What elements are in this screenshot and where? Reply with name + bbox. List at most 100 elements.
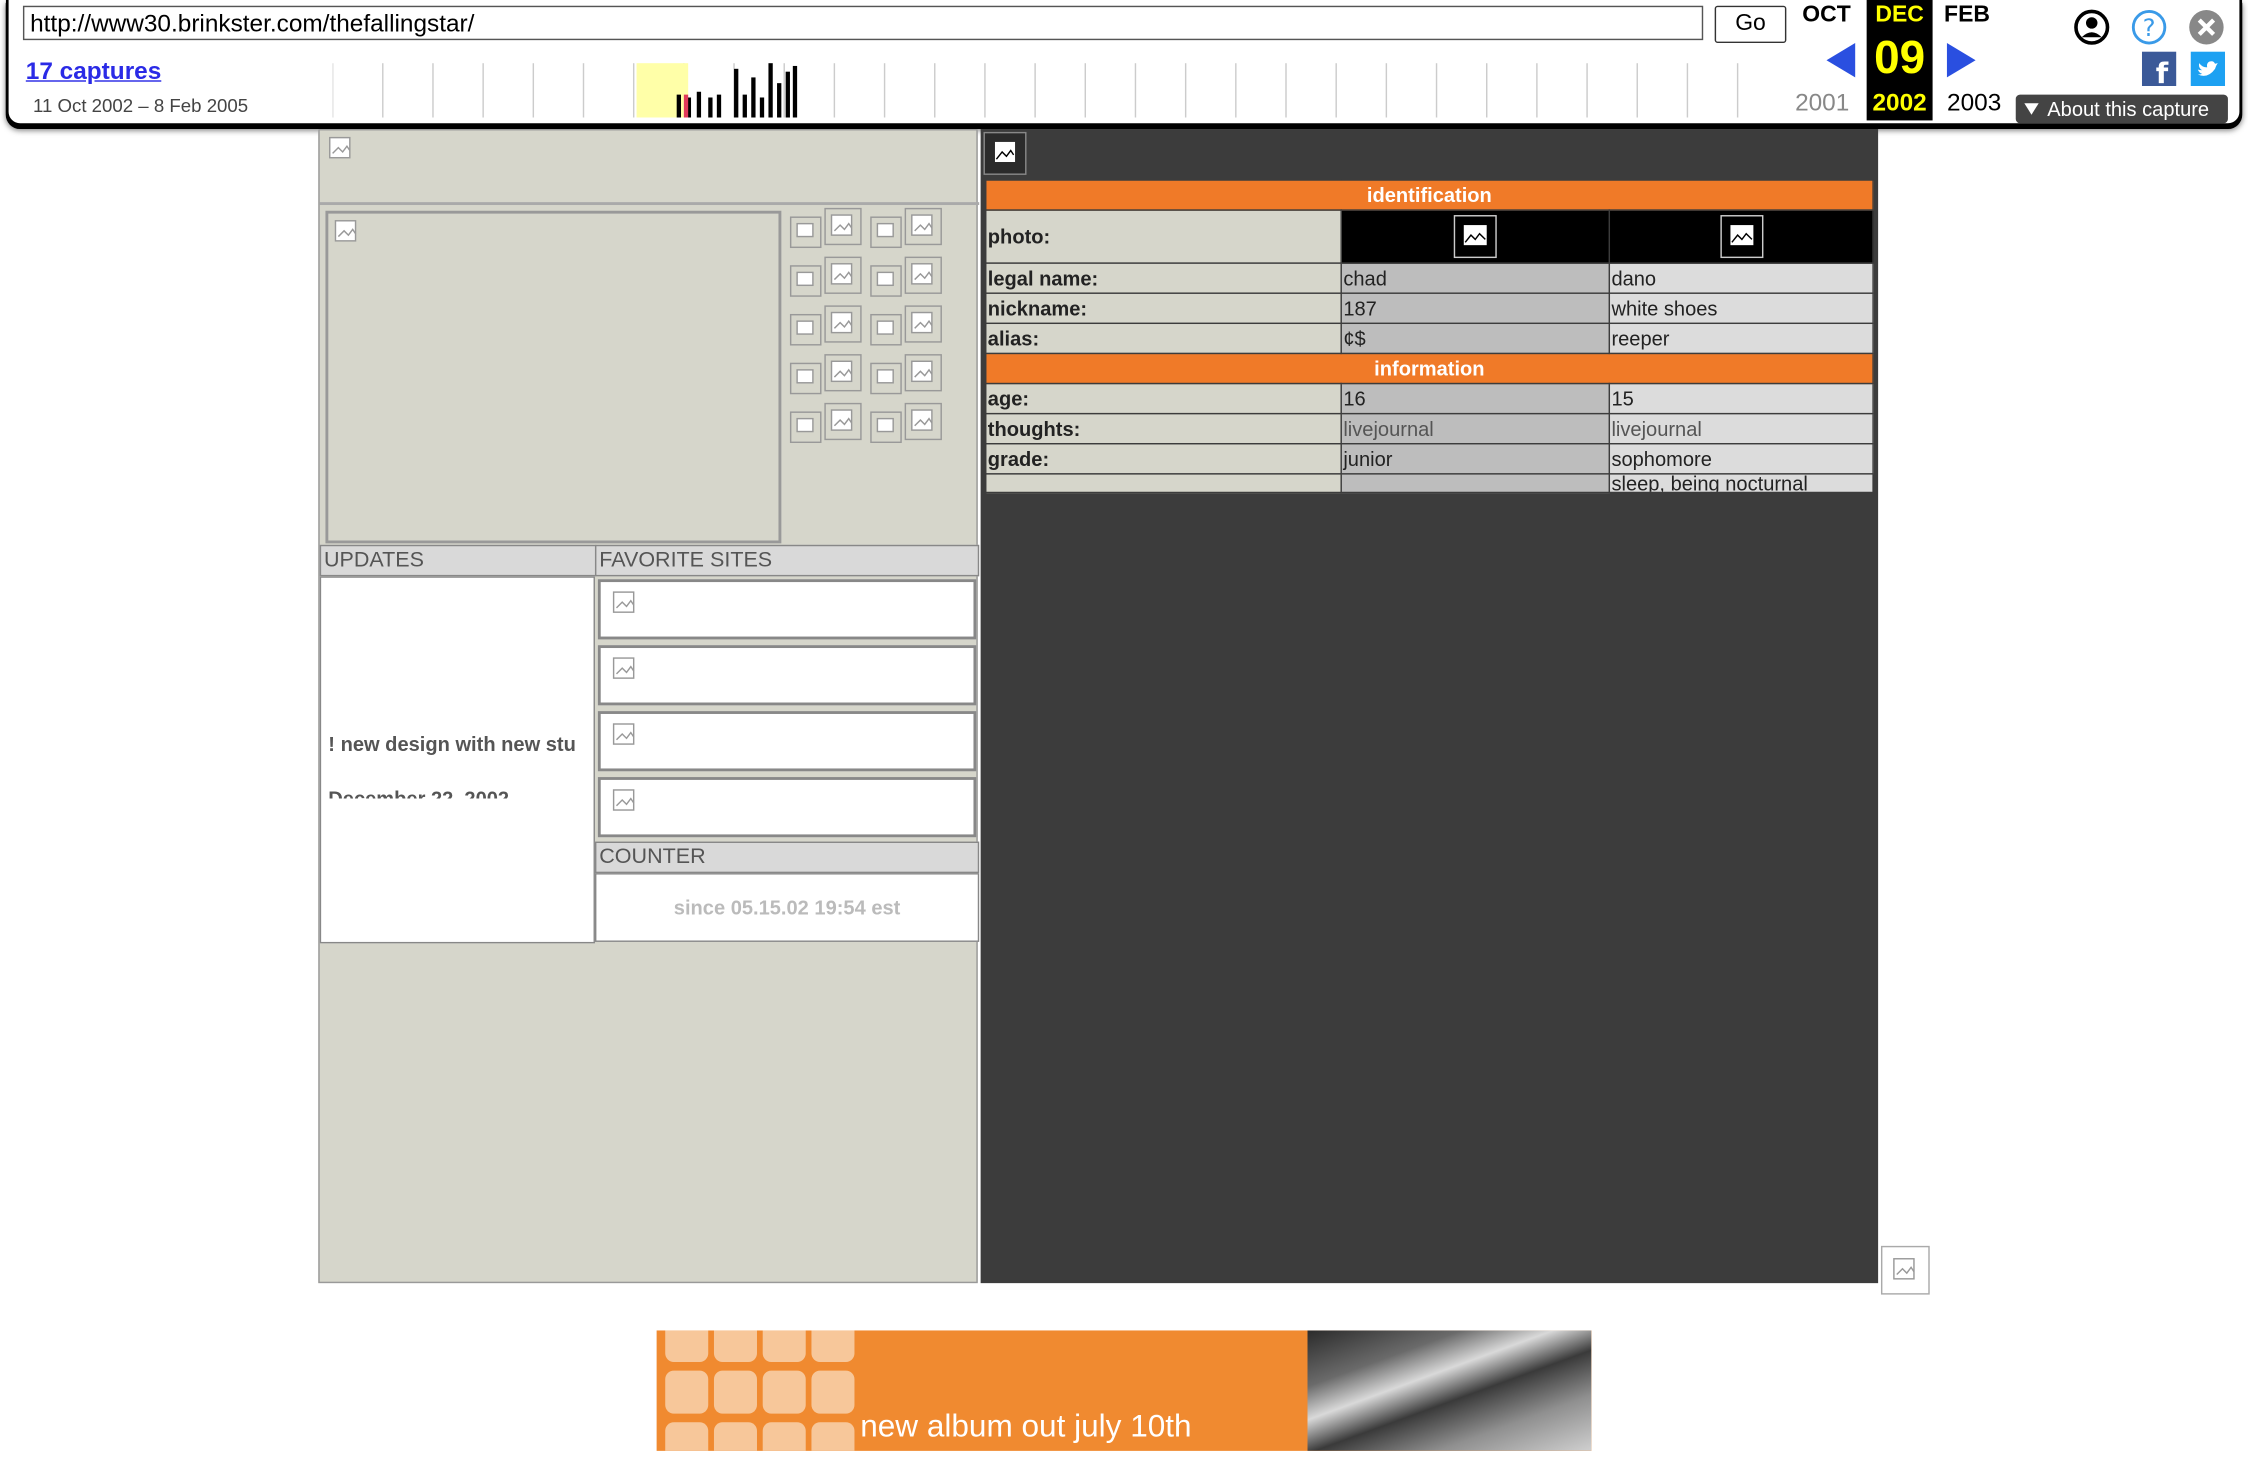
album-banner[interactable]: new album out july 10th xyxy=(656,1330,1592,1451)
header-image-icon xyxy=(983,131,1027,175)
wayback-toolbar: http://www30.brinkster.com/thefallingsta… xyxy=(5,0,2243,127)
photo-cell-b xyxy=(1608,209,1874,264)
row-value-b: white shoes xyxy=(1608,292,1874,325)
capture-sparkline[interactable] xyxy=(332,63,1784,118)
broken-image-icon xyxy=(876,417,894,433)
year-prev[interactable]: 2001 xyxy=(1786,89,1858,118)
url-input[interactable]: http://www30.brinkster.com/thefallingsta… xyxy=(22,5,1704,41)
updates-heading: UPDATES xyxy=(319,544,597,577)
broken-image-icon xyxy=(612,723,635,745)
thumbnail[interactable] xyxy=(789,362,822,395)
thumbnail[interactable] xyxy=(904,305,942,343)
photo-cell-a xyxy=(1340,209,1611,264)
photo-label: photo: xyxy=(984,209,1342,264)
row-value-a: junior xyxy=(1340,443,1611,475)
thumbnail[interactable] xyxy=(789,216,822,249)
thumbnail[interactable] xyxy=(870,265,902,297)
thumbnail[interactable] xyxy=(824,402,862,441)
row-value-b: 15 xyxy=(1608,382,1874,415)
thumbnail[interactable] xyxy=(824,256,862,294)
header-image-area xyxy=(319,130,980,206)
banner-square xyxy=(762,1422,806,1451)
next-capture-arrow-icon[interactable] xyxy=(1946,43,1976,78)
row-label: grade: xyxy=(984,443,1342,475)
thumbnail[interactable] xyxy=(904,256,942,294)
thumbnail[interactable] xyxy=(824,305,862,343)
row-value-a: ¢$ xyxy=(1340,322,1611,355)
photo-image-icon xyxy=(1719,215,1763,259)
thumbnail-grid xyxy=(787,205,976,543)
thumbnail[interactable] xyxy=(789,265,822,297)
twitter-icon[interactable] xyxy=(2190,51,2226,94)
help-icon[interactable]: ? xyxy=(2130,9,2167,53)
thumbnail[interactable] xyxy=(789,411,822,444)
broken-image-icon xyxy=(876,271,894,287)
table-row: grade: junior sophomore xyxy=(984,443,1874,475)
favorites-heading: FAVORITE SITES xyxy=(594,544,980,577)
favorite-site-link[interactable] xyxy=(597,579,977,640)
update-date: December 22, 2002 xyxy=(328,787,510,799)
year-next[interactable]: 2003 xyxy=(1938,89,2010,118)
about-capture-button[interactable]: About this capture xyxy=(2015,94,2228,124)
table-row: legal name: chad dano xyxy=(984,262,1874,294)
row-value-a: chad xyxy=(1340,262,1611,294)
row-label xyxy=(984,473,1342,494)
broken-image-icon xyxy=(911,360,933,383)
table-row: alias: ¢$ reeper xyxy=(984,322,1874,355)
broken-image-icon xyxy=(911,409,933,431)
row-label: age: xyxy=(984,382,1342,415)
thumbnail[interactable] xyxy=(904,402,942,441)
banner-square xyxy=(665,1422,709,1451)
broken-image-icon xyxy=(612,657,635,679)
broken-image-icon xyxy=(830,409,853,431)
main-photo xyxy=(325,210,782,544)
go-button[interactable]: Go xyxy=(1714,5,1787,44)
profile-table: identification photo: legal name: chad d… xyxy=(984,179,1874,494)
broken-image-icon xyxy=(830,263,853,285)
photo-image-icon xyxy=(1453,215,1497,259)
facebook-icon[interactable]: f xyxy=(2141,51,2177,94)
favorite-site-link[interactable] xyxy=(597,645,977,706)
broken-image-icon xyxy=(876,369,894,384)
month-prev[interactable]: OCT xyxy=(1795,3,1858,29)
row-value-a: 187 xyxy=(1340,292,1611,325)
table-row: age: 16 15 xyxy=(984,382,1874,415)
update-text: ! new design with new stu xyxy=(328,732,576,756)
thumbnail[interactable] xyxy=(870,411,902,444)
thumbnail[interactable] xyxy=(824,354,862,392)
thumbnail[interactable] xyxy=(870,313,902,346)
thumbnail[interactable] xyxy=(870,216,902,249)
livejournal-link-a[interactable]: livejournal xyxy=(1340,412,1611,445)
prev-capture-arrow-icon[interactable] xyxy=(1826,43,1856,78)
thumbnail[interactable] xyxy=(904,354,942,392)
favorite-site-link[interactable] xyxy=(597,711,977,772)
banner-photo xyxy=(1307,1330,1592,1451)
row-value-b-text: sleep, being nocturnal xyxy=(1611,474,1808,492)
thumbnail[interactable] xyxy=(824,207,862,246)
row-label: nickname: xyxy=(984,292,1342,325)
row-value-b: sleep, being nocturnal xyxy=(1608,473,1874,494)
banner-square xyxy=(762,1370,806,1414)
captures-link[interactable]: 17 captures xyxy=(26,57,161,86)
thumbnail[interactable] xyxy=(789,313,822,346)
thumbnail[interactable] xyxy=(870,362,902,395)
year-current: 2002 xyxy=(1872,88,1927,117)
left-panel: UPDATES FAVORITE SITES ! new design with… xyxy=(318,129,980,1284)
banner-square xyxy=(811,1330,855,1362)
livejournal-link-b[interactable]: livejournal xyxy=(1608,412,1874,445)
broken-image-icon xyxy=(334,220,357,242)
table-row: nickname: 187 white shoes xyxy=(984,292,1874,325)
counter-heading: COUNTER xyxy=(594,841,980,874)
user-account-icon[interactable] xyxy=(2073,9,2110,53)
banner-square xyxy=(811,1422,855,1451)
favorite-site-link[interactable] xyxy=(597,777,977,838)
information-header: information xyxy=(984,352,1874,385)
broken-image-icon xyxy=(612,591,635,613)
banner-square xyxy=(713,1422,757,1451)
row-label: thoughts: xyxy=(984,412,1342,445)
banner-square xyxy=(713,1370,757,1414)
thumbnail[interactable] xyxy=(904,207,942,246)
month-next[interactable]: FEB xyxy=(1935,3,1998,29)
close-icon[interactable] xyxy=(2188,9,2225,53)
broken-image-icon xyxy=(796,222,814,238)
